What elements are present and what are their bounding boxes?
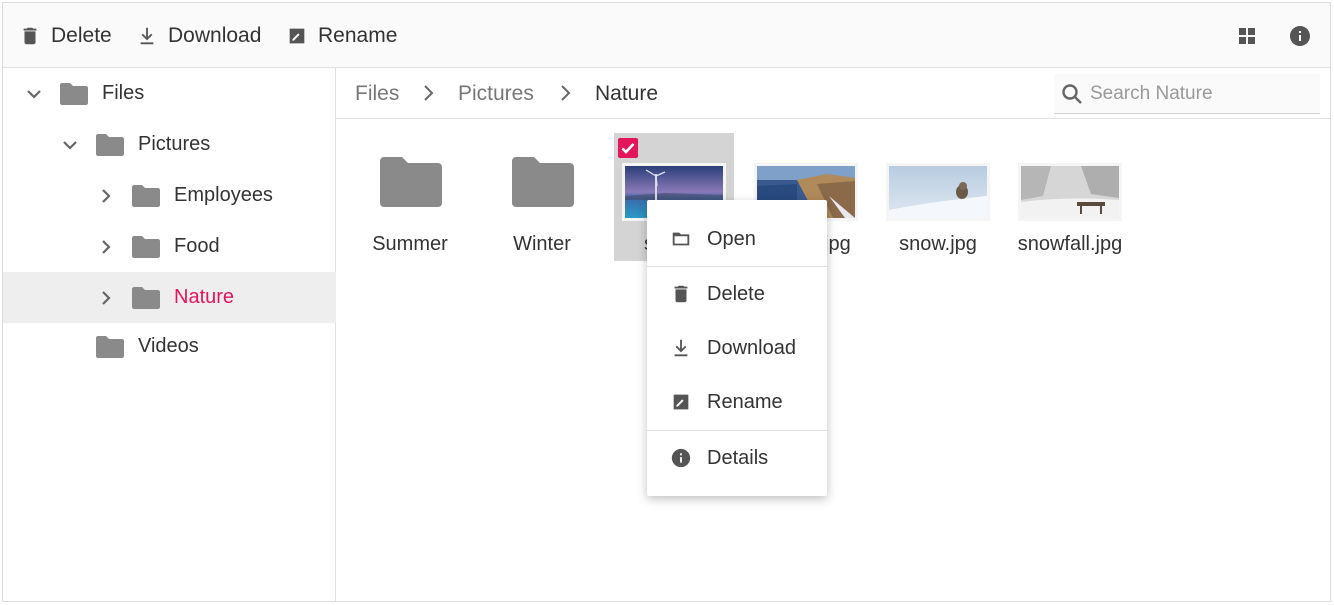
info-icon — [671, 448, 691, 468]
download-label: Download — [168, 23, 262, 47]
navigation-pane: Files Pictures Employees Food Nature Vid… — [3, 68, 336, 601]
context-menu: Open Delete Download Rename Details — [647, 200, 827, 496]
view-toggle-button[interactable] — [1235, 3, 1259, 68]
chevron-right-icon[interactable] — [96, 237, 116, 257]
file-item-winter[interactable]: Winter — [482, 133, 602, 261]
search-box — [1054, 74, 1320, 114]
folder-icon — [132, 235, 160, 258]
chevron-right-icon — [555, 83, 575, 103]
tree-node-nature[interactable]: Nature — [3, 272, 336, 323]
file-item-name: snowfall.jpg — [1017, 233, 1123, 255]
chevron-right-icon[interactable] — [96, 186, 116, 206]
menu-item-rename[interactable]: Rename — [647, 379, 827, 425]
delete-button[interactable]: Delete — [19, 3, 112, 68]
menu-divider — [647, 266, 827, 267]
tree-node-label: Employees — [174, 184, 273, 206]
image-thumbnail — [1018, 163, 1122, 221]
menu-item-label: Rename — [707, 390, 783, 413]
rename-icon — [289, 28, 305, 43]
file-item-name: snow.jpg — [899, 233, 977, 255]
delete-label: Delete — [51, 23, 112, 47]
toolbar: Delete Download Rename — [3, 3, 1330, 68]
chevron-right-icon[interactable] — [96, 288, 116, 308]
folder-icon — [132, 286, 160, 309]
tree-node-label: Food — [174, 235, 220, 257]
folder-icon — [380, 157, 442, 207]
trash-icon — [674, 285, 688, 303]
menu-item-label: Download — [707, 336, 796, 359]
grid-view-icon — [1239, 27, 1255, 44]
folder-icon — [96, 133, 124, 156]
menu-item-label: Delete — [707, 282, 765, 305]
folder-icon — [512, 157, 574, 207]
tree-node-label: Files — [102, 82, 145, 104]
file-item-name: Winter — [513, 233, 571, 255]
checkbox-checked-icon[interactable] — [618, 138, 638, 158]
download-icon — [140, 27, 154, 44]
tree-node-files[interactable]: Files — [3, 68, 336, 119]
folder-open-icon — [672, 232, 690, 246]
tree-node-label: Videos — [138, 335, 199, 357]
image-thumbnail — [886, 163, 990, 221]
chevron-right-icon — [418, 83, 438, 103]
tree-node-pictures[interactable]: Pictures — [3, 119, 336, 170]
rename-label: Rename — [318, 23, 398, 47]
trash-icon — [23, 27, 37, 44]
file-item-name: Summer — [372, 233, 448, 255]
info-icon — [1290, 25, 1310, 46]
search-icon — [1062, 83, 1082, 104]
breadcrumb: Files Pictures Nature — [336, 68, 1330, 119]
file-item-snowfall[interactable]: snowfall.jpg — [1010, 133, 1130, 261]
large-icons-view: Summer Winter jpg snow.jpg snowfall.jpg — [336, 119, 1330, 601]
breadcrumb-item-pictures[interactable]: Pictures — [458, 68, 534, 119]
menu-item-label: Details — [707, 446, 769, 469]
menu-item-delete[interactable]: Delete — [647, 271, 827, 317]
file-manager: Delete Download Rename Files Pictures Em… — [2, 2, 1331, 602]
search-input[interactable] — [1090, 82, 1310, 105]
folder-icon — [96, 335, 124, 358]
tree-node-employees[interactable]: Employees — [3, 170, 336, 221]
file-item-snow[interactable]: snow.jpg — [878, 133, 998, 261]
download-icon — [674, 339, 688, 357]
details-toggle-button[interactable] — [1288, 3, 1312, 68]
breadcrumb-item-files[interactable]: Files — [355, 68, 399, 119]
menu-item-label: Open — [707, 227, 756, 250]
rename-button[interactable]: Rename — [286, 3, 397, 68]
file-item-summer[interactable]: Summer — [350, 133, 470, 261]
tree-node-label: Nature — [174, 286, 235, 308]
chevron-down-icon[interactable] — [24, 84, 44, 104]
tree-node-label: Pictures — [138, 133, 211, 155]
folder-icon — [132, 184, 160, 207]
menu-item-download[interactable]: Download — [647, 325, 827, 371]
tree-node-food[interactable]: Food — [3, 221, 336, 272]
folder-icon — [60, 82, 88, 105]
menu-item-open[interactable]: Open — [647, 216, 827, 262]
chevron-down-icon[interactable] — [60, 135, 80, 155]
rename-icon — [673, 394, 689, 410]
menu-divider — [647, 430, 827, 431]
tree-node-videos[interactable]: Videos — [3, 321, 336, 372]
menu-item-details[interactable]: Details — [647, 435, 827, 481]
download-button[interactable]: Download — [136, 3, 261, 68]
breadcrumb-item-nature[interactable]: Nature — [595, 68, 658, 119]
